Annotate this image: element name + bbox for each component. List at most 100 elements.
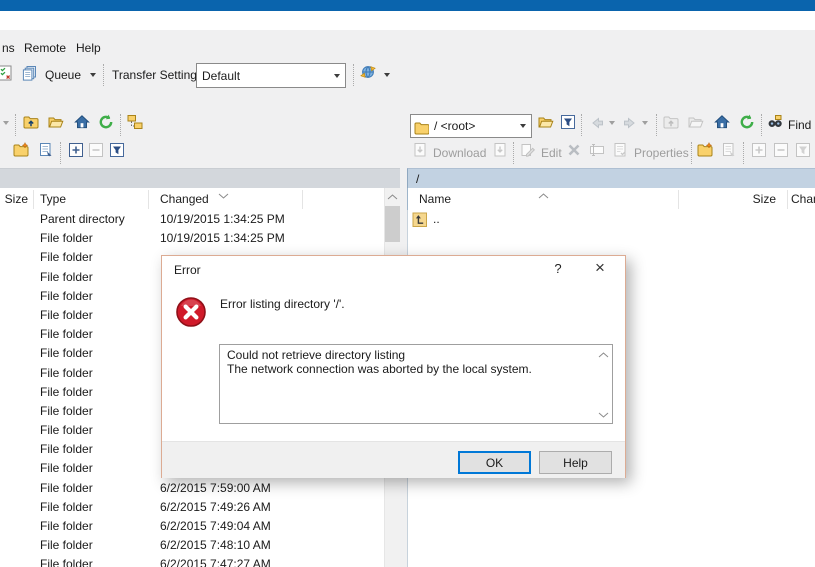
open-directory-icon[interactable] <box>48 114 66 132</box>
remote-home-icon[interactable] <box>714 114 732 132</box>
file-type: File folder <box>40 248 93 267</box>
toolbar-separator <box>513 142 514 164</box>
table-row[interactable]: File folder10/19/2015 1:34:25 PM <box>0 229 384 248</box>
ok-button[interactable]: OK <box>458 451 531 474</box>
synchronize-browsing-icon[interactable] <box>360 64 380 84</box>
select-files-icon[interactable] <box>68 142 86 160</box>
download-button[interactable]: Download <box>433 145 486 161</box>
download-icon[interactable] <box>412 142 430 160</box>
back-icon[interactable] <box>589 115 607 133</box>
sort-ascending-icon <box>538 188 549 202</box>
table-row[interactable]: File folder6/2/2015 7:49:04 AM <box>0 517 384 536</box>
properties-icon[interactable] <box>612 142 630 160</box>
menu-item-help[interactable]: Help <box>74 40 103 57</box>
titlebar-accent-strip <box>0 0 815 11</box>
edit-icon[interactable] <box>520 142 538 160</box>
scroll-up-icon[interactable] <box>598 347 609 361</box>
file-type: File folder <box>40 344 93 363</box>
parent-directory-icon[interactable] <box>23 114 41 132</box>
file-name: .. <box>433 210 440 229</box>
session-dropdown-caret[interactable] <box>3 121 9 125</box>
column-header-changed[interactable]: Chan <box>791 192 815 206</box>
edit-button[interactable]: Edit <box>541 145 562 161</box>
properties-button[interactable]: Properties <box>634 145 689 161</box>
error-detail-line: The network connection was aborted by th… <box>227 362 594 376</box>
file-type: File folder <box>40 287 93 306</box>
queue-dropdown-caret[interactable] <box>90 73 96 77</box>
scroll-up-arrow[interactable] <box>385 188 400 205</box>
titlebar-band <box>0 11 815 30</box>
scroll-down-icon[interactable] <box>598 407 609 421</box>
file-type: File folder <box>40 325 93 344</box>
error-details-box[interactable]: Could not retrieve directory listing The… <box>219 344 613 424</box>
unselect-files-icon[interactable] <box>88 142 106 160</box>
remote-create-directory-icon[interactable] <box>697 142 715 160</box>
table-row[interactable]: File folder 6/2/2015 7:59:00 AM <box>0 479 384 498</box>
menu-item-remote[interactable]: Remote <box>22 40 68 57</box>
combo-dropdown-button[interactable] <box>329 64 345 87</box>
remote-open-directory-icon[interactable] <box>688 114 706 132</box>
file-type: File folder <box>40 555 93 567</box>
error-dialog: Error ? × Error listing directory '/'. C… <box>161 255 626 478</box>
menu-item-options-partial[interactable]: ns <box>0 40 17 57</box>
address-dropdown-button[interactable] <box>515 115 531 137</box>
toolbar-separator <box>15 114 16 136</box>
remote-select-files-icon[interactable] <box>751 142 769 160</box>
file-type: File folder <box>40 479 93 498</box>
download-options-icon[interactable] <box>492 142 510 160</box>
table-row[interactable]: File folder6/2/2015 7:48:10 AM <box>0 536 384 555</box>
forward-icon[interactable] <box>622 115 640 133</box>
file-changed: 6/2/2015 7:59:00 AM <box>160 479 271 498</box>
column-header-size[interactable]: Size <box>701 192 776 206</box>
remote-filter-icon[interactable] <box>795 142 813 160</box>
remote-list-header: Name Size Chan <box>407 188 815 210</box>
queue-list-icon[interactable] <box>0 65 14 83</box>
remote-address-combobox[interactable]: / <root> <box>410 114 532 138</box>
close-icon[interactable]: × <box>590 258 610 278</box>
scrollbar-thumb[interactable] <box>385 206 400 242</box>
refresh-icon[interactable] <box>98 114 116 132</box>
filter-icon[interactable] <box>560 114 578 132</box>
column-header-type[interactable]: Type <box>40 192 66 206</box>
forward-dropdown-caret[interactable] <box>642 121 648 125</box>
home-directory-icon[interactable] <box>74 114 92 132</box>
synchronize-dropdown-caret[interactable] <box>384 73 390 77</box>
delete-icon[interactable] <box>566 142 584 160</box>
table-row[interactable]: .. <box>408 210 815 229</box>
remote-refresh-icon[interactable] <box>739 114 757 132</box>
remote-duplicate-icon[interactable] <box>721 142 739 160</box>
toolbar-separator <box>743 142 744 164</box>
toolbar-separator <box>103 64 104 86</box>
remote-unselect-files-icon[interactable] <box>773 142 791 160</box>
duplicate-file-icon[interactable] <box>38 142 56 160</box>
queue-button[interactable]: Queue <box>45 67 81 83</box>
dialog-footer: OK Help <box>162 441 625 478</box>
find-files-icon[interactable] <box>767 114 785 132</box>
column-header-size[interactable]: Size <box>0 192 28 206</box>
table-row[interactable]: File folder6/2/2015 7:47:27 AM <box>0 555 384 567</box>
rename-icon[interactable] <box>589 142 607 160</box>
dialog-title: Error <box>174 263 201 277</box>
open-directory-bookmark-icon[interactable] <box>538 114 556 132</box>
sort-descending-icon <box>218 188 229 202</box>
remote-path-bar: / <box>407 168 815 188</box>
directory-tree-icon[interactable] <box>127 114 145 132</box>
toolbar-separator <box>761 114 762 136</box>
column-header-name[interactable]: Name <box>419 192 451 206</box>
column-header-changed[interactable]: Changed <box>160 192 209 206</box>
error-message: Error listing directory '/'. <box>220 297 345 311</box>
parent-directory-entry-icon <box>412 212 427 227</box>
filter-files-icon[interactable] <box>109 142 127 160</box>
table-row[interactable]: Parent directory10/19/2015 1:34:25 PM <box>0 210 384 229</box>
transfer-settings-combobox[interactable]: Default <box>196 63 346 88</box>
remote-parent-directory-icon[interactable] <box>663 114 681 132</box>
table-row[interactable]: File folder6/2/2015 7:49:26 AM <box>0 498 384 517</box>
help-button[interactable]: Help <box>539 451 612 474</box>
back-dropdown-caret[interactable] <box>609 121 615 125</box>
find-files-button[interactable]: Find F <box>788 117 815 133</box>
create-directory-icon[interactable] <box>13 142 31 160</box>
file-changed: 6/2/2015 7:49:26 AM <box>160 498 271 517</box>
dialog-help-icon[interactable]: ? <box>550 261 566 276</box>
queue-icon[interactable] <box>22 65 40 83</box>
local-path-bar <box>0 168 400 189</box>
